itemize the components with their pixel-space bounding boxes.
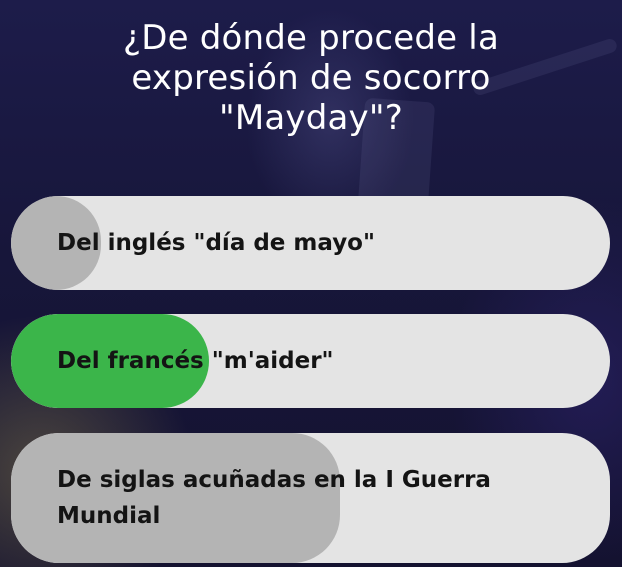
answer-label: Del inglés "día de mayo": [57, 230, 375, 256]
answer-option-2[interactable]: Del francés "m'aider": [11, 314, 610, 408]
answer-option-1[interactable]: Del inglés "día de mayo": [11, 196, 610, 290]
answer-label: De siglas acuñadas en la I Guerra Mundia…: [57, 467, 491, 529]
question-text: ¿De dónde procede la expresión de socorr…: [122, 18, 499, 138]
answer-option-3[interactable]: De siglas acuñadas en la I Guerra Mundia…: [11, 433, 610, 563]
answer-label: Del francés "m'aider": [57, 348, 334, 374]
